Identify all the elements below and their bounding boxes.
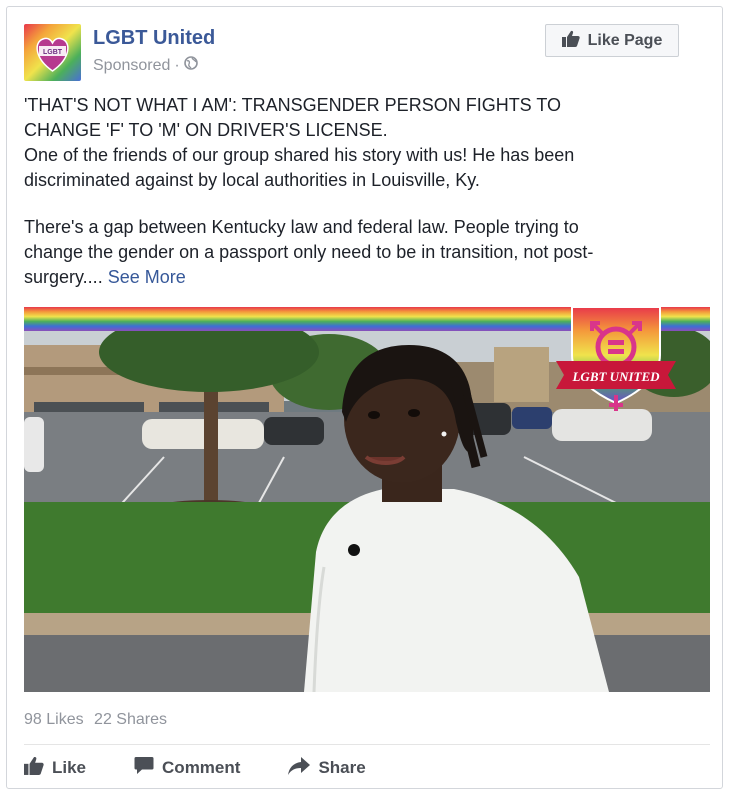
rainbow-heart-logo: LGBT [24,24,81,81]
like-page-button[interactable]: Like Page [545,24,679,57]
body2-line-1: There's a gap between Kentucky law and f… [24,217,579,237]
actions-divider [24,744,710,745]
likes-count[interactable]: 98 Likes [24,711,84,728]
engagement-stats: 98 Likes 22 Shares [24,711,167,729]
headline-line-1: 'THAT'S NOT WHAT I AM': TRANSGENDER PERS… [24,95,562,115]
like-page-label: Like Page [587,31,663,49]
see-more-link[interactable]: See More [108,267,186,287]
avatar-logo-text: LGBT [43,49,63,56]
share-arrow-icon [288,756,311,780]
headline-line-2: CHANGE 'F' TO 'M' ON DRIVER'S LICENSE. [24,120,388,140]
thumbs-up-icon [561,30,580,52]
sponsored-post-card: LGBT LGBT United Sponsored · Like Page '… [6,6,723,789]
shares-count[interactable]: 22 Shares [94,711,167,728]
logo-banner-text: LGBT UNITED [571,369,660,384]
thumbs-up-icon [24,756,44,780]
post-image[interactable]: LGBT UNITED [24,307,710,692]
comment-icon [134,756,154,780]
comment-button-label: Comment [162,758,241,777]
page-avatar[interactable]: LGBT [24,24,81,81]
body2-line-3: surgery.... [24,267,103,287]
post-headline: 'THAT'S NOT WHAT I AM': TRANSGENDER PERS… [24,93,704,193]
sponsored-label[interactable]: Sponsored [93,57,170,75]
body-line-2: discriminated against by local authoriti… [24,170,480,190]
meta-separator: · [174,56,180,74]
video-still-illustration: LGBT UNITED [24,307,710,692]
body-line-1: One of the friends of our group shared h… [24,145,575,165]
share-button[interactable]: Share [288,756,366,780]
body2-line-2: change the gender on a passport only nee… [24,242,594,262]
page-name-link[interactable]: LGBT United [93,27,215,50]
like-button[interactable]: Like [24,756,86,780]
post-body: There's a gap between Kentucky law and f… [24,215,704,290]
post-meta: Sponsored · [93,56,198,75]
globe-icon [183,56,198,75]
like-button-label: Like [52,758,87,777]
share-button-label: Share [318,758,366,777]
comment-button[interactable]: Comment [134,756,240,780]
post-actions-bar: Like Comment Share [24,755,414,781]
